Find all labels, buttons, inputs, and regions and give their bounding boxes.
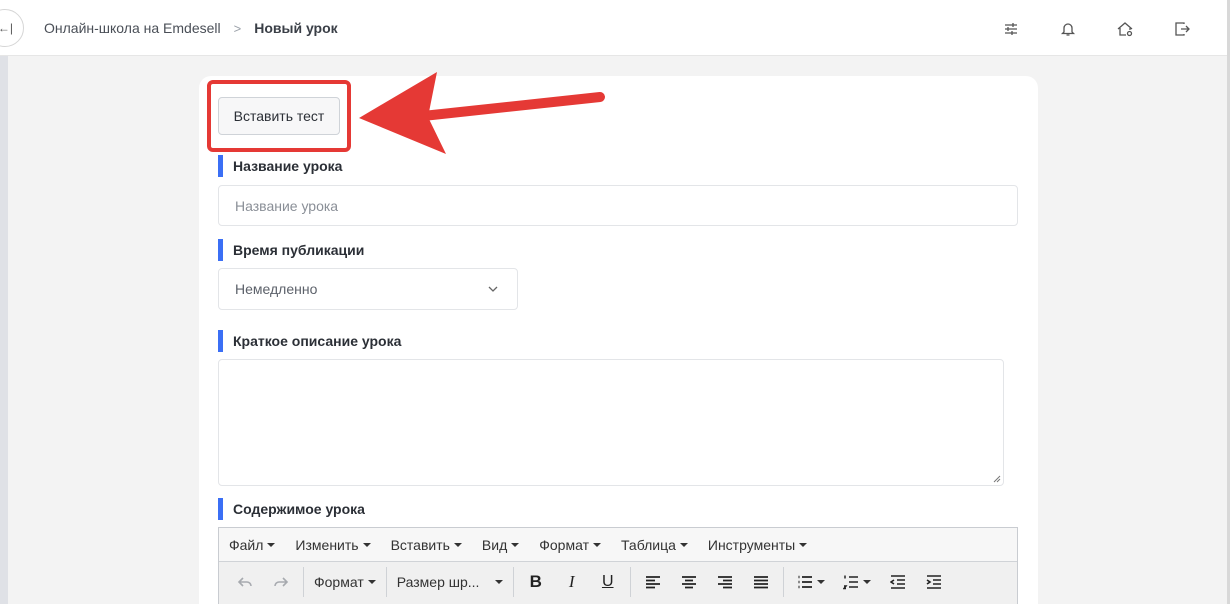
breadcrumb-root-link[interactable]: Онлайн-школа на Emdesell xyxy=(44,20,221,36)
caret-down-icon xyxy=(494,580,503,584)
editor-menubar: Файл Изменить Вставить Вид Формат Таблиц… xyxy=(219,528,1017,562)
menu-tools-label: Инструменты xyxy=(707,536,796,553)
lesson-title-label: Название урока xyxy=(218,155,342,177)
align-left-button[interactable] xyxy=(635,567,671,597)
menu-format[interactable]: Формат xyxy=(539,537,601,553)
underline-button[interactable]: U xyxy=(590,567,626,597)
format-dropdown-label: Формат xyxy=(314,574,364,590)
bold-icon: B xyxy=(529,572,542,591)
redo-icon xyxy=(274,577,289,587)
short-description-textarea[interactable] xyxy=(218,359,1004,486)
menu-insert[interactable]: Вставить xyxy=(391,537,462,553)
menu-insert-label: Вставить xyxy=(390,536,450,553)
lesson-title-input[interactable] xyxy=(218,185,1018,226)
collapse-sidebar-icon: ←| xyxy=(0,21,13,35)
outdent-button[interactable] xyxy=(880,567,916,597)
underline-icon: U xyxy=(601,573,614,590)
align-center-button[interactable] xyxy=(671,567,707,597)
align-left-icon xyxy=(645,576,660,589)
top-header: ←| Онлайн-школа на Emdesell > Новый урок xyxy=(0,0,1227,56)
caret-down-icon xyxy=(799,542,808,547)
caret-down-icon xyxy=(267,542,276,547)
caret-down-icon xyxy=(862,580,871,584)
caret-down-icon xyxy=(362,542,371,547)
short-description-label: Краткое описание урока xyxy=(218,330,401,352)
menu-file[interactable]: Файл xyxy=(229,536,276,553)
logout-icon[interactable] xyxy=(1171,18,1193,40)
caret-down-icon xyxy=(453,542,462,547)
align-right-button[interactable] xyxy=(707,567,743,597)
settings-sliders-icon[interactable] xyxy=(1000,18,1022,40)
bullet-list-icon xyxy=(798,575,812,589)
editor-toolbar: Формат Размер шр... B I U xyxy=(219,562,1017,602)
toolbar-divider xyxy=(385,567,387,597)
lesson-content-label: Содержимое урока xyxy=(218,498,365,520)
numbered-list-button[interactable] xyxy=(834,567,880,597)
menu-view[interactable]: Вид xyxy=(481,536,520,553)
indent-button[interactable] xyxy=(916,567,952,597)
chevron-down-icon xyxy=(488,286,498,292)
toolbar-divider xyxy=(629,567,631,597)
resize-handle-icon[interactable] xyxy=(991,473,1001,483)
indent-icon xyxy=(926,575,941,589)
toolbar-divider xyxy=(512,567,514,597)
breadcrumb-current: Новый урок xyxy=(254,20,338,36)
menu-edit-label: Изменить xyxy=(295,536,359,553)
align-justify-icon xyxy=(753,576,768,589)
caret-down-icon xyxy=(367,580,376,584)
undo-button[interactable] xyxy=(227,567,263,597)
rich-text-editor: Файл Изменить Вставить Вид Формат Таблиц… xyxy=(218,527,1018,604)
toolbar-divider xyxy=(303,567,304,597)
home-settings-icon[interactable] xyxy=(1114,18,1136,40)
bell-icon[interactable] xyxy=(1057,18,1079,40)
bold-button[interactable]: B xyxy=(518,567,554,597)
publish-time-select[interactable]: Немедленно xyxy=(218,268,518,310)
highlight-annotation-box xyxy=(207,80,351,152)
caret-down-icon xyxy=(679,542,688,547)
bullet-list-button[interactable] xyxy=(788,567,834,597)
font-size-dropdown-label: Размер шр... xyxy=(396,574,480,590)
menu-table[interactable]: Таблица xyxy=(621,537,688,553)
italic-icon: I xyxy=(568,572,575,591)
publish-time-label: Время публикации xyxy=(218,239,364,261)
outdent-icon xyxy=(889,575,905,589)
sidebar-rail xyxy=(0,56,8,604)
publish-time-value: Немедленно xyxy=(235,281,318,297)
breadcrumb-separator: > xyxy=(233,20,242,36)
menu-table-label: Таблица xyxy=(620,536,676,553)
header-actions xyxy=(1000,18,1228,40)
red-arrow-annotation xyxy=(359,72,605,154)
menu-tools[interactable]: Инструменты xyxy=(707,536,808,553)
align-justify-button[interactable] xyxy=(743,567,779,597)
toolbar-divider xyxy=(782,567,784,597)
align-right-icon xyxy=(717,576,732,589)
redo-button[interactable] xyxy=(263,567,299,597)
numbered-list-icon xyxy=(842,575,858,590)
format-dropdown[interactable]: Формат xyxy=(308,567,382,597)
menu-view-label: Вид xyxy=(481,536,508,553)
caret-down-icon xyxy=(592,542,601,547)
menu-file-label: Файл xyxy=(229,536,264,553)
caret-down-icon xyxy=(816,580,825,584)
undo-icon xyxy=(237,577,252,587)
collapse-sidebar-button[interactable]: ←| xyxy=(0,9,24,47)
align-center-icon xyxy=(681,576,696,589)
font-size-dropdown[interactable]: Размер шр... xyxy=(391,567,509,597)
breadcrumb: Онлайн-школа на Emdesell > Новый урок xyxy=(44,20,338,36)
italic-button[interactable]: I xyxy=(554,567,590,597)
caret-down-icon xyxy=(511,542,520,547)
menu-format-label: Формат xyxy=(539,536,589,553)
menu-edit[interactable]: Изменить xyxy=(295,536,371,553)
